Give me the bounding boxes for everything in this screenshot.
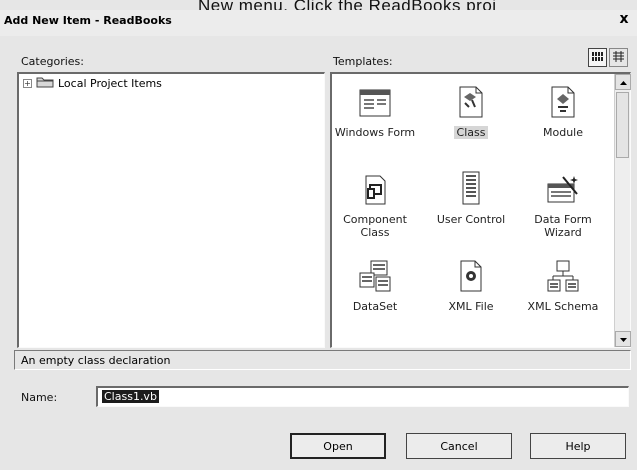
templates-label: Templates: [333, 55, 393, 68]
template-label: Component Class [343, 213, 407, 239]
cancel-button[interactable]: Cancel [406, 433, 512, 459]
arrow-down-icon [619, 335, 627, 344]
data-form-wizard-icon [545, 174, 581, 209]
template-component-class[interactable]: Component Class [332, 169, 418, 239]
dataset-icon [358, 259, 392, 296]
tree-item-label: Local Project Items [58, 77, 162, 90]
module-icon [548, 85, 578, 122]
scroll-down-button[interactable] [615, 331, 631, 347]
template-user-control[interactable]: User Control [428, 169, 514, 226]
categories-label: Categories: [21, 55, 84, 68]
templates-scrollbar[interactable] [614, 74, 631, 347]
large-icons-view-button[interactable] [588, 48, 607, 67]
scroll-up-button[interactable] [615, 74, 631, 90]
template-label: DataSet [352, 300, 398, 313]
expand-toggle[interactable]: + [23, 79, 32, 88]
template-label: Module [543, 126, 583, 139]
template-dataset[interactable]: DataSet [332, 256, 418, 313]
template-xml-file[interactable]: XML File [428, 256, 514, 313]
arrow-up-icon [619, 78, 627, 87]
template-label: Class [453, 126, 489, 139]
user-control-icon [458, 170, 484, 209]
xml-schema-icon [547, 259, 579, 296]
scroll-thumb[interactable] [616, 92, 629, 158]
template-class[interactable]: Class [428, 82, 514, 139]
name-input[interactable]: Class1.vb [96, 386, 629, 407]
window-title: Add New Item - ReadBooks [4, 14, 172, 27]
close-button[interactable]: x [616, 11, 632, 27]
add-new-item-dialog: New menu. Click the ReadBooks proj Add N… [0, 0, 637, 470]
description-bar: An empty class declaration [14, 350, 631, 370]
name-label: Name: [21, 391, 58, 404]
windows-form-icon [358, 87, 392, 122]
list-view-icon [612, 50, 625, 65]
list-view-button[interactable] [609, 48, 628, 67]
open-button[interactable]: Open [290, 433, 386, 459]
folder-icon [36, 76, 54, 91]
template-label: Windows Form [334, 126, 416, 139]
categories-tree[interactable]: + Local Project Items [17, 72, 325, 348]
template-label: User Control [436, 213, 506, 226]
xml-file-icon [457, 259, 485, 296]
template-label: XML File [448, 300, 494, 313]
large-icons-icon [591, 51, 604, 65]
template-label: XML Schema [527, 300, 599, 313]
template-windows-form[interactable]: Windows Form [332, 82, 418, 139]
name-input-value: Class1.vb [102, 390, 159, 403]
templates-list[interactable]: Windows Form Class Module Component Clas… [330, 72, 631, 348]
help-button[interactable]: Help [530, 433, 626, 459]
template-label: Data Form Wizard [534, 213, 592, 239]
class-icon [456, 85, 486, 122]
template-xml-schema[interactable]: XML Schema [520, 256, 606, 313]
tree-item-local-project-items[interactable]: + Local Project Items [23, 76, 162, 91]
template-module[interactable]: Module [520, 82, 606, 139]
title-bar: Add New Item - ReadBooks x [0, 10, 637, 36]
component-class-icon [360, 174, 390, 209]
template-data-form-wizard[interactable]: Data Form Wizard [520, 169, 606, 239]
